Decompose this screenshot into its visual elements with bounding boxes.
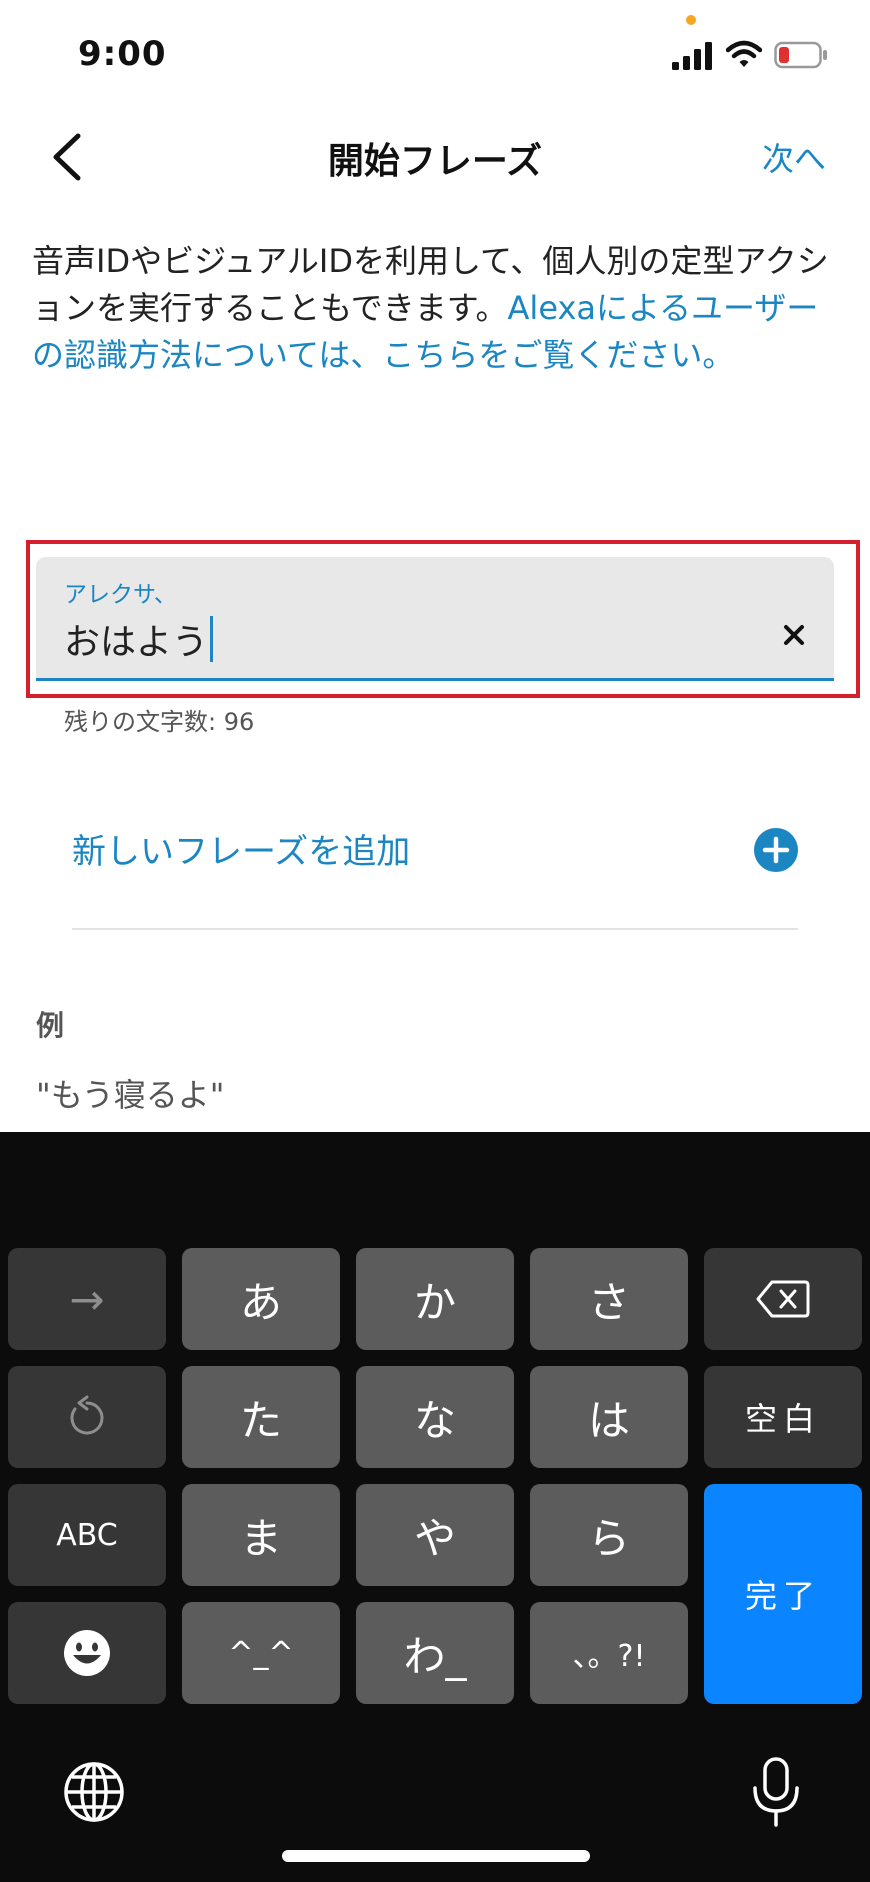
delete-icon	[756, 1280, 810, 1318]
navigation-bar: 開始フレーズ 次へ	[0, 110, 870, 200]
add-phrase-button[interactable]: 新しいフレーズを追加	[72, 812, 798, 890]
signal-icon	[672, 42, 712, 70]
key-ka-label: か	[413, 1277, 456, 1327]
key-ta-label: た	[239, 1395, 282, 1445]
key-sa-label: さ	[587, 1277, 630, 1327]
key-ra[interactable]: ら	[530, 1484, 688, 1586]
key-na[interactable]: な	[356, 1366, 514, 1468]
close-icon[interactable]	[776, 617, 812, 653]
abc-key-label: ABC	[56, 1517, 118, 1553]
done-key-label: 完了	[744, 1577, 821, 1615]
description-text: 音声IDやビジュアルIDを利用して、個人別の定型アクションを実行することもできま…	[32, 238, 842, 379]
arrow-icon: →	[69, 1274, 105, 1324]
phrase-input-label: アレクサ、	[64, 582, 177, 608]
key-sa[interactable]: さ	[530, 1248, 688, 1350]
status-bar: 9:00	[0, 0, 870, 110]
undo-icon	[70, 1395, 104, 1435]
microphone-icon[interactable]	[748, 1756, 804, 1828]
home-indicator[interactable]	[282, 1850, 590, 1862]
next-button[interactable]: 次へ	[762, 134, 826, 180]
key-ka[interactable]: か	[356, 1248, 514, 1350]
space-key-label: 空白	[744, 1400, 821, 1438]
key-wa[interactable]: わ_	[356, 1602, 514, 1704]
arrow-key[interactable]: →	[8, 1248, 166, 1350]
key-ha[interactable]: は	[530, 1366, 688, 1468]
keyboard: → あ か さ た な は 空白 ABC ま や ら 完了 ^_^ わ_ 、。?…	[0, 1132, 870, 1882]
emoji-icon	[64, 1630, 110, 1676]
wifi-icon	[726, 40, 762, 67]
key-ma[interactable]: ま	[182, 1484, 340, 1586]
delete-key[interactable]	[704, 1248, 862, 1350]
abc-key[interactable]: ABC	[8, 1484, 166, 1586]
key-wa-label: わ_	[403, 1631, 467, 1681]
key-na-label: な	[413, 1395, 456, 1445]
kaomoji-key[interactable]: ^_^	[182, 1602, 340, 1704]
phrase-input-value[interactable]: おはよう	[64, 613, 214, 665]
key-ha-label: は	[587, 1395, 630, 1445]
example-heading: 例	[36, 1009, 65, 1042]
phrase-input[interactable]: アレクサ、 おはよう	[36, 557, 834, 681]
text-caret	[210, 616, 214, 662]
phrase-text: おはよう	[64, 622, 209, 663]
punctuation-key-label: 、。?!	[572, 1639, 646, 1674]
divider	[72, 928, 798, 930]
undo-key[interactable]	[8, 1366, 166, 1468]
kaomoji-key-label: ^_^	[228, 1635, 294, 1671]
key-ya-label: や	[413, 1513, 456, 1563]
key-ra-label: ら	[587, 1513, 630, 1563]
example-phrase: "もう寝るよ"	[36, 1076, 225, 1114]
key-a-label: あ	[239, 1277, 282, 1327]
key-ya[interactable]: や	[356, 1484, 514, 1586]
emoji-key[interactable]	[8, 1602, 166, 1704]
space-key[interactable]: 空白	[704, 1366, 862, 1468]
key-ma-label: ま	[239, 1513, 282, 1563]
done-key[interactable]: 完了	[704, 1484, 862, 1704]
plus-circle-icon[interactable]	[754, 828, 798, 872]
punctuation-key[interactable]: 、。?!	[530, 1602, 688, 1704]
battery-low-icon	[774, 41, 827, 69]
character-counter: 残りの文字数: 96	[64, 708, 255, 736]
privacy-indicator-dot	[686, 15, 696, 25]
globe-icon[interactable]	[62, 1760, 126, 1824]
key-ta[interactable]: た	[182, 1366, 340, 1468]
page-title: 開始フレーズ	[327, 141, 543, 182]
add-phrase-label: 新しいフレーズを追加	[72, 832, 411, 872]
key-a[interactable]: あ	[182, 1248, 340, 1350]
status-time: 9:00	[78, 34, 167, 74]
